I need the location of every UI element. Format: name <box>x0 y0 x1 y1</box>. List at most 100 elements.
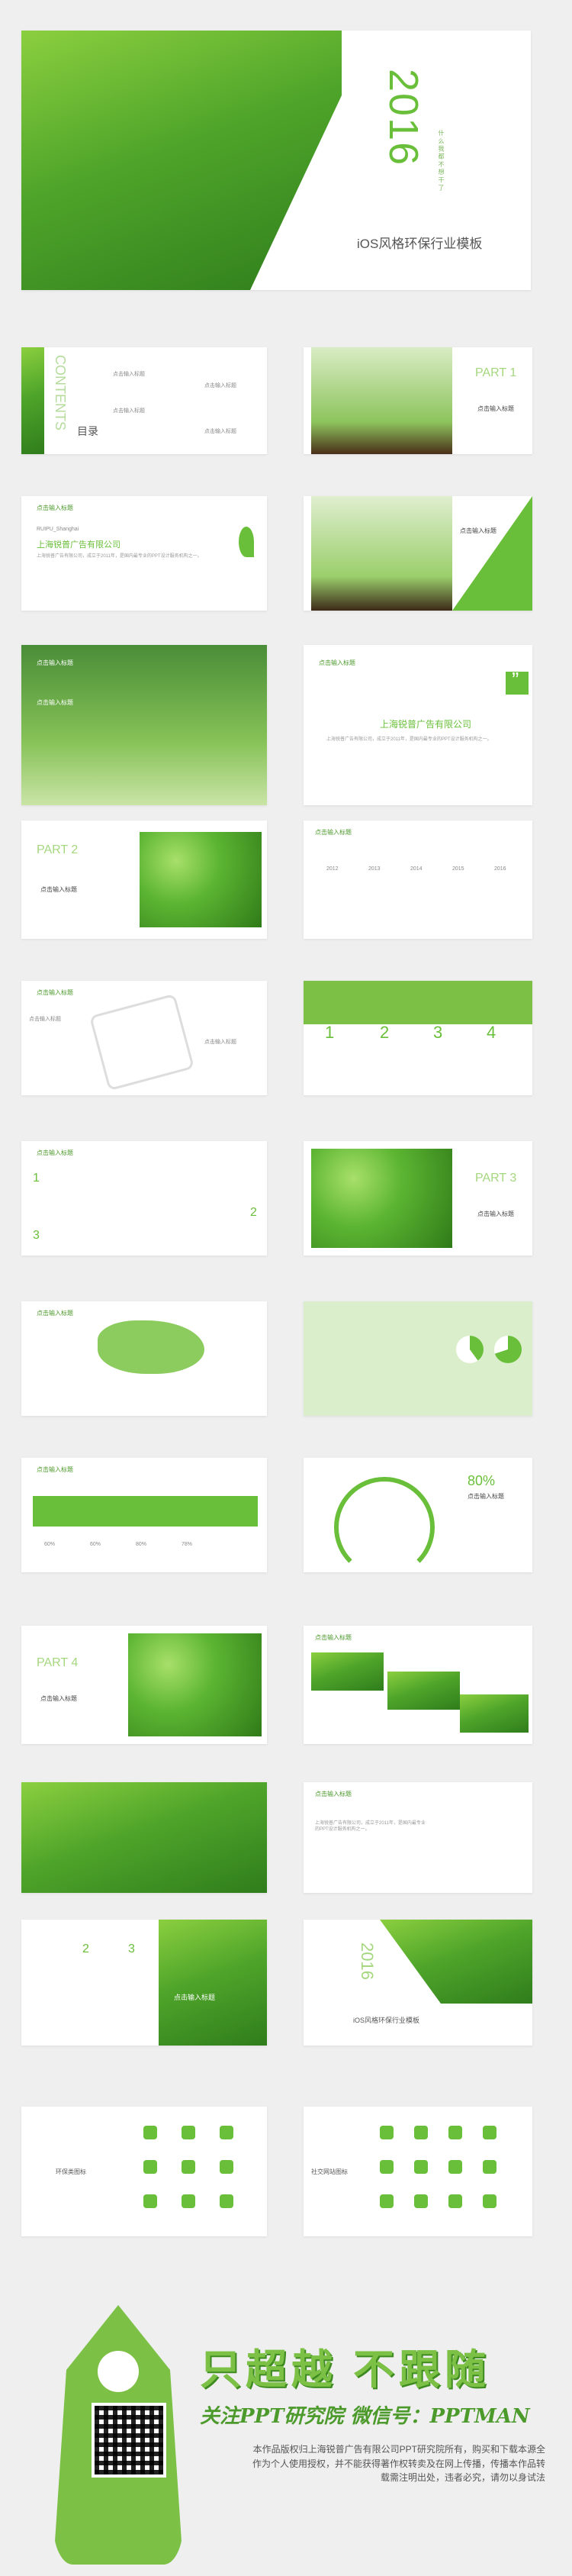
numbered-slide: 1 2 3 4 <box>304 981 532 1095</box>
quote-slide-title: 点击输入标题 <box>319 659 355 666</box>
water-drop-icon <box>182 2160 195 2174</box>
photo-steps-title: 点击输入标题 <box>174 1994 216 2001</box>
part3-slide: PART 3 点击输入标题 <box>304 1141 532 1256</box>
quote-body: 上海锐普广告有限公司，成立于2011年，是国内最专业的PPT设计服务机构之一。 <box>326 737 492 742</box>
company-slide-1: 点击输入标题 RUIPU_Shanghai 上海锐普广告有限公司 上海锐普广告有… <box>21 496 267 611</box>
photos-slide: 点击输入标题 <box>304 1626 532 1744</box>
part1-subtitle: 点击输入标题 <box>477 405 514 412</box>
phone-icon <box>483 2194 496 2208</box>
sprout-icon <box>239 527 254 557</box>
quote-company: 上海锐普广告有限公司 <box>380 719 472 730</box>
heart-icon <box>414 2194 428 2208</box>
photo-3 <box>460 1694 529 1733</box>
timeline-year-1: 2012 <box>326 866 339 872</box>
gradient-slide: 点击输入标题 点击输入标题 <box>21 645 267 805</box>
plug-icon <box>143 2194 157 2208</box>
gauge-label: 点击输入标题 <box>468 1493 504 1500</box>
follow-line: 关注PPT研究院 微信号：PPTMAN <box>200 2405 530 2428</box>
slogan: 只超越 不跟随 <box>200 2347 491 2393</box>
toc-item-2[interactable]: 点击输入标题 <box>204 382 236 389</box>
pie-chart-2 <box>494 1336 522 1363</box>
toc-item-3[interactable]: 点击输入标题 <box>113 407 145 414</box>
toc-slide: CONTENTS 目录 点击输入标题 点击输入标题 点击输入标题 点击输入标题 <box>21 347 267 454</box>
qr-code[interactable] <box>92 2403 166 2478</box>
company-slide-2: 点击输入标题 <box>304 496 532 611</box>
company-slide-1-body: 上海锐普广告有限公司，成立于2011年，是国内最专业的PPT设计服务机构之一。 <box>37 554 202 559</box>
photo-2 <box>387 1672 460 1710</box>
part3-label: PART 3 <box>475 1172 517 1185</box>
tree-icon <box>220 2126 233 2139</box>
ending-image <box>380 1920 532 2004</box>
part2-subtitle: 点击输入标题 <box>40 886 77 893</box>
timeline-year-3: 2014 <box>410 866 423 872</box>
social-icons-slide: 社交网站图标 <box>304 2107 532 2236</box>
cover-slide: 2016 什 么 我 都 不 想 干 了 iOS风格环保行业模板 <box>21 31 531 290</box>
phone-label-right: 点击输入标题 <box>204 1040 236 1045</box>
gauge-arc <box>334 1477 435 1572</box>
toc-item-1[interactable]: 点击输入标题 <box>113 370 145 378</box>
photos-title: 点击输入标题 <box>315 1634 352 1641</box>
timeline-year-4: 2015 <box>452 866 464 872</box>
facebook-icon <box>414 2160 428 2174</box>
social-icons-label: 社交网站图标 <box>311 2168 348 2175</box>
part4-slide: PART 4 点击输入标题 <box>21 1626 267 1744</box>
company-slide-2-green-panel <box>452 496 532 611</box>
ending-slide: 2016 iOS风格环保行业模板 <box>304 1920 532 2046</box>
photo-step-2: 2 <box>82 1942 89 1955</box>
part1-image <box>311 347 452 454</box>
text-photos-title: 点击输入标题 <box>315 1791 352 1797</box>
number-3: 3 <box>433 1023 443 1042</box>
photo-1 <box>311 1652 384 1691</box>
company-slide-1-en: RUIPU_Shanghai <box>37 527 79 532</box>
step-3: 3 <box>33 1229 40 1242</box>
battery-icon <box>182 2194 195 2208</box>
star-icon <box>380 2194 394 2208</box>
number-1: 1 <box>325 1023 335 1042</box>
phone-slide: 点击输入标题 点击输入标题 点击输入标题 <box>21 981 267 1095</box>
phone-mockup <box>88 993 195 1091</box>
timeline-year-2: 2013 <box>368 866 381 872</box>
gradient-slide-subtitle: 点击输入标题 <box>37 699 73 706</box>
bar-title: 点击输入标题 <box>37 1466 73 1473</box>
house-icon <box>220 2194 233 2208</box>
toc-contents: CONTENTS <box>53 355 68 430</box>
world-map <box>98 1320 204 1374</box>
company-slide-1-title: 点击输入标题 <box>37 505 73 511</box>
stat-4: 78% <box>182 1542 193 1547</box>
quote-slide: 点击输入标题 ” 上海锐普广告有限公司 上海锐普广告有限公司，成立于2011年，… <box>304 645 532 805</box>
toc-item-4[interactable]: 点击输入标题 <box>204 427 236 435</box>
part2-label: PART 2 <box>37 843 79 856</box>
part2-image <box>140 832 262 927</box>
rss-icon <box>380 2160 394 2174</box>
part3-image <box>311 1149 452 1248</box>
stat-3: 80% <box>136 1542 147 1547</box>
timeline-slide: 点击输入标题 2012 2013 2014 2015 2016 <box>304 821 532 939</box>
cover-tagline: 什 么 我 都 不 想 干 了 <box>438 130 445 191</box>
cover-title: iOS风格环保行业模板 <box>357 237 483 251</box>
grid-photos-slide <box>21 1782 267 1893</box>
gradient-slide-title: 点击输入标题 <box>37 659 73 666</box>
share-icon <box>483 2160 496 2174</box>
toc-title: 目录 <box>77 425 98 437</box>
bar-slide: 点击输入标题 60% 60% 80% 78% <box>21 1458 267 1572</box>
eco-icons-label: 环保类图标 <box>56 2168 86 2175</box>
rocket-badge <box>98 2351 139 2392</box>
company-slide-1-name: 上海锐普广告有限公司 <box>37 540 121 550</box>
company-slide-2-title: 点击输入标题 <box>460 527 496 534</box>
steps-title: 点击输入标题 <box>37 1149 73 1156</box>
stat-2: 60% <box>90 1542 101 1547</box>
copyright-text: 本作品版权归上海锐普广告有限公司PPT研究院所有，购买和下载本源全作为个人使用授… <box>252 2444 545 2484</box>
part2-slide: PART 2 点击输入标题 <box>21 821 267 939</box>
phone-slide-title: 点击输入标题 <box>37 989 73 996</box>
timeline-year-5: 2016 <box>494 866 506 872</box>
gauge-slide: 80% 点击输入标题 <box>304 1458 532 1572</box>
map-title: 点击输入标题 <box>37 1310 73 1317</box>
text-photos-slide: 点击输入标题 上海锐普广告有限公司，成立于2011年，是国内最专业的PPT设计服… <box>304 1782 532 1893</box>
twitter-icon <box>483 2126 496 2139</box>
bar-area <box>33 1496 258 1527</box>
number-2: 2 <box>380 1023 390 1042</box>
pie-chart-1 <box>456 1336 484 1363</box>
part4-label: PART 4 <box>37 1656 79 1669</box>
photo-step-3: 3 <box>128 1942 135 1955</box>
step-2: 2 <box>250 1206 257 1219</box>
